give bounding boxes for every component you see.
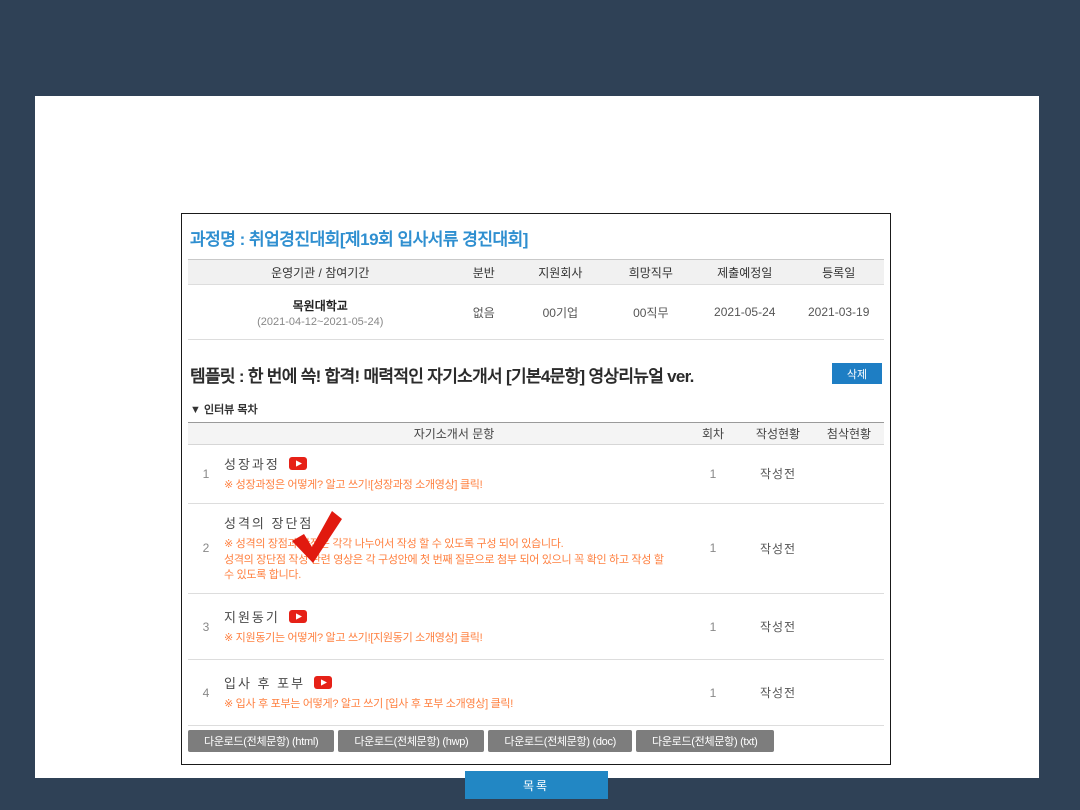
interview-header-row: 자기소개서 문항 회차 작성현황 첨삭현황 (188, 422, 884, 445)
header-reg-date: 등록일 (793, 264, 883, 281)
interview-table: 자기소개서 문항 회차 작성현황 첨삭현황 1 성장과정 ※ 성장과정은 어떻게… (188, 422, 884, 726)
round-value: 1 (684, 620, 742, 634)
course-info-data-row: 목원대학교 (2021-04-12~2021-05-24) 없음 00기업 00… (188, 285, 884, 340)
course-info-table: 운영기관 / 참여기간 분반 지원회사 희망직무 제출예정일 등록일 목원대학교… (188, 260, 884, 340)
interview-row-1: 1 성장과정 ※ 성장과정은 어떻게? 알고 쓰기![성장과정 소개영상] 클릭… (188, 445, 884, 504)
download-doc-button[interactable]: 다운로드(전체문항) (doc) (488, 730, 632, 752)
cell-company: 00기업 (515, 304, 605, 321)
content-sheet: 과정명 : 취업경진대회[제19회 입사서류 경진대회] 운영기관 / 참여기간… (35, 96, 1039, 778)
cell-job: 00직무 (606, 304, 696, 321)
write-status-value: 작성전 (742, 684, 814, 701)
question-title-link[interactable]: 지원동기 (224, 607, 280, 626)
question-note: ※ 지원동기는 어떻게? 알고 쓰기![지원동기 소개영상] 클릭! (224, 631, 676, 646)
list-button[interactable]: 목록 (465, 771, 608, 799)
course-title: 과정명 : 취업경진대회[제19회 입사서류 경진대회] (188, 214, 884, 260)
list-button-bar: 목록 (188, 771, 884, 799)
question-cell: 성격의 장단점 ※ 성격의 장점과 단점은 각각 나누어서 작성 할 수 있도록… (224, 513, 684, 583)
template-title-bar: 템플릿 : 한 번에 쓱! 합격! 매력적인 자기소개서 [기본4문항] 영상리… (188, 362, 884, 387)
header-write-status: 작성현황 (742, 425, 814, 442)
question-cell: 지원동기 ※ 지원동기는 어떻게? 알고 쓰기![지원동기 소개영상] 클릭! (224, 607, 684, 646)
youtube-play-icon[interactable] (289, 610, 307, 623)
header-job: 희망직무 (606, 264, 696, 281)
cell-org-period: 목원대학교 (2021-04-12~2021-05-24) (188, 297, 452, 328)
course-info-header-row: 운영기관 / 참여기간 분반 지원회사 희망직무 제출예정일 등록일 (188, 260, 884, 285)
question-note: ※ 성장과정은 어떻게? 알고 쓰기![성장과정 소개영상] 클릭! (224, 478, 676, 493)
row-number: 4 (188, 686, 224, 700)
header-due-date: 제출예정일 (696, 264, 793, 281)
delete-button[interactable]: 삭제 (832, 363, 882, 384)
round-value: 1 (684, 467, 742, 481)
download-html-button[interactable]: 다운로드(전체문항) (html) (188, 730, 334, 752)
question-note: ※ 입사 후 포부는 어떻게? 알고 쓰기 [입사 후 포부 소개영상] 클릭! (224, 697, 676, 712)
row-number: 3 (188, 620, 224, 634)
interview-row-2: 2 성격의 장단점 ※ 성격의 장점과 단점은 각각 나누어서 작성 할 수 있… (188, 504, 884, 594)
question-note: 성격의 장단점 작성 관련 영상은 각 구성안에 첫 번째 질문으로 첨부 되어… (224, 553, 676, 583)
cell-class: 없음 (452, 304, 515, 321)
question-title-link[interactable]: 성장과정 (224, 454, 280, 473)
interview-row-3: 3 지원동기 ※ 지원동기는 어떻게? 알고 쓰기![지원동기 소개영상] 클릭… (188, 594, 884, 660)
header-question: 자기소개서 문항 (224, 425, 684, 442)
cell-reg-date: 2021-03-19 (793, 305, 883, 319)
write-status-value: 작성전 (742, 465, 814, 482)
header-org-period: 운영기관 / 참여기간 (188, 264, 452, 281)
cell-due-date: 2021-05-24 (696, 305, 793, 319)
youtube-play-icon[interactable] (289, 457, 307, 470)
question-title-link[interactable]: 입사 후 포부 (224, 673, 305, 692)
row-number: 1 (188, 467, 224, 481)
question-note: ※ 성격의 장점과 단점은 각각 나누어서 작성 할 수 있도록 구성 되어 있… (224, 537, 676, 552)
question-cell: 입사 후 포부 ※ 입사 후 포부는 어떻게? 알고 쓰기 [입사 후 포부 소… (224, 673, 684, 712)
header-review-status: 첨삭현황 (814, 425, 884, 442)
course-detail-panel: 과정명 : 취업경진대회[제19회 입사서류 경진대회] 운영기관 / 참여기간… (181, 213, 891, 765)
interview-row-4: 4 입사 후 포부 ※ 입사 후 포부는 어떻게? 알고 쓰기 [입사 후 포부… (188, 660, 884, 726)
row-number: 2 (188, 541, 224, 555)
template-title: 템플릿 : 한 번에 쓱! 합격! 매력적인 자기소개서 [기본4문항] 영상리… (190, 362, 832, 387)
question-title-link[interactable]: 성격의 장단점 (224, 513, 313, 532)
interview-toc-label: ▼ 인터뷰 목차 (190, 401, 882, 417)
org-name: 목원대학교 (188, 297, 452, 314)
header-round: 회차 (684, 425, 742, 442)
write-status-value: 작성전 (742, 540, 814, 557)
round-value: 1 (684, 686, 742, 700)
write-status-value: 작성전 (742, 618, 814, 635)
round-value: 1 (684, 541, 742, 555)
youtube-play-icon[interactable] (314, 676, 332, 689)
header-company: 지원회사 (515, 264, 605, 281)
page: { "colors": { "background_navy": "#2f415… (0, 0, 1080, 810)
header-class: 분반 (452, 264, 515, 281)
download-button-bar: 다운로드(전체문항) (html) 다운로드(전체문항) (hwp) 다운로드(… (188, 730, 884, 752)
download-txt-button[interactable]: 다운로드(전체문항) (txt) (636, 730, 773, 752)
question-cell: 성장과정 ※ 성장과정은 어떻게? 알고 쓰기![성장과정 소개영상] 클릭! (224, 454, 684, 493)
participation-period: (2021-04-12~2021-05-24) (188, 316, 452, 328)
download-hwp-button[interactable]: 다운로드(전체문항) (hwp) (338, 730, 484, 752)
